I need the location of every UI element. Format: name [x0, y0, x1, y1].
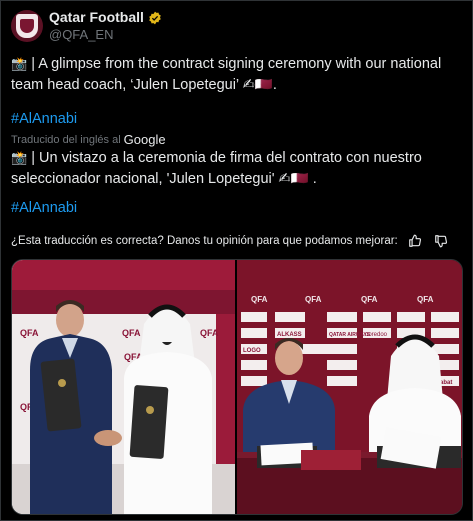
- avatar[interactable]: [11, 10, 43, 42]
- tweet-media[interactable]: QFA QFA QFA QFA QFA QFA QFA QFA QFA ALKA…: [11, 259, 463, 515]
- backdrop-logo: QFA: [251, 295, 268, 304]
- translation-label: Traducido del inglés al Google: [11, 132, 166, 147]
- thumbs-down-icon[interactable]: [434, 234, 448, 248]
- thumbs-up-icon[interactable]: [408, 234, 422, 248]
- tweet-card: Qatar Football @QFA_EN 📸 | A glimpse fro…: [0, 0, 473, 521]
- signing-image: QFA QFA QFA QFA ALKASS ooredoo QATAR AIR…: [237, 260, 462, 514]
- camera-flash-emoji-icon: 📸: [11, 150, 28, 165]
- google-logo: Google: [123, 132, 166, 147]
- backdrop-logo: QFA: [417, 295, 434, 304]
- original-tweet-text: 📸 | A glimpse from the contract signing …: [11, 53, 463, 96]
- handle[interactable]: @QFA_EN: [49, 26, 162, 43]
- photo-signing[interactable]: QFA QFA QFA QFA ALKASS ooredoo QATAR AIR…: [237, 260, 462, 514]
- qfa-logo-icon: [16, 14, 38, 38]
- photo-handshake[interactable]: QFA QFA QFA QFA QFA: [12, 260, 235, 514]
- translation-label-text: Traducido del inglés al: [11, 133, 121, 146]
- backdrop-logo: QFA: [200, 328, 219, 338]
- author-names: Qatar Football @QFA_EN: [49, 9, 162, 43]
- camera-flash-emoji-icon: 📸: [11, 56, 28, 71]
- sponsor-logo: LOGO: [243, 348, 261, 354]
- backdrop-logo: QFA: [361, 295, 378, 304]
- backdrop-logo: QFA: [122, 328, 141, 338]
- handshake-image: QFA QFA QFA QFA QFA: [12, 260, 235, 514]
- backdrop-logo: QFA: [20, 328, 39, 338]
- tweet-header: Qatar Football @QFA_EN: [11, 9, 162, 43]
- sponsor-logo: QATAR AIRWAYS: [329, 332, 371, 338]
- translated-tweet-text: 📸 | Un vistazo a la ceremonia de firma d…: [11, 147, 463, 190]
- original-text: | A glimpse from the contract signing ce…: [11, 56, 442, 93]
- hashtag-link[interactable]: #AlAnnabi: [11, 200, 77, 216]
- translation-feedback: ¿Esta traducción es correcta? Danos tu o…: [11, 234, 463, 248]
- translated-text: | Un vistazo a la ceremonia de firma del…: [11, 150, 422, 187]
- original-hashtag-row: #AlAnnabi: [11, 109, 463, 130]
- backdrop-logo: QFA: [305, 295, 322, 304]
- feedback-question: ¿Esta traducción es correcta? Danos tu o…: [11, 235, 398, 247]
- sponsor-logo: ALKASS: [277, 332, 302, 338]
- translated-hashtag-row: #AlAnnabi: [11, 198, 463, 219]
- hashtag-link[interactable]: #AlAnnabi: [11, 111, 77, 127]
- verified-badge-icon: [149, 11, 161, 24]
- display-name[interactable]: Qatar Football: [49, 9, 144, 26]
